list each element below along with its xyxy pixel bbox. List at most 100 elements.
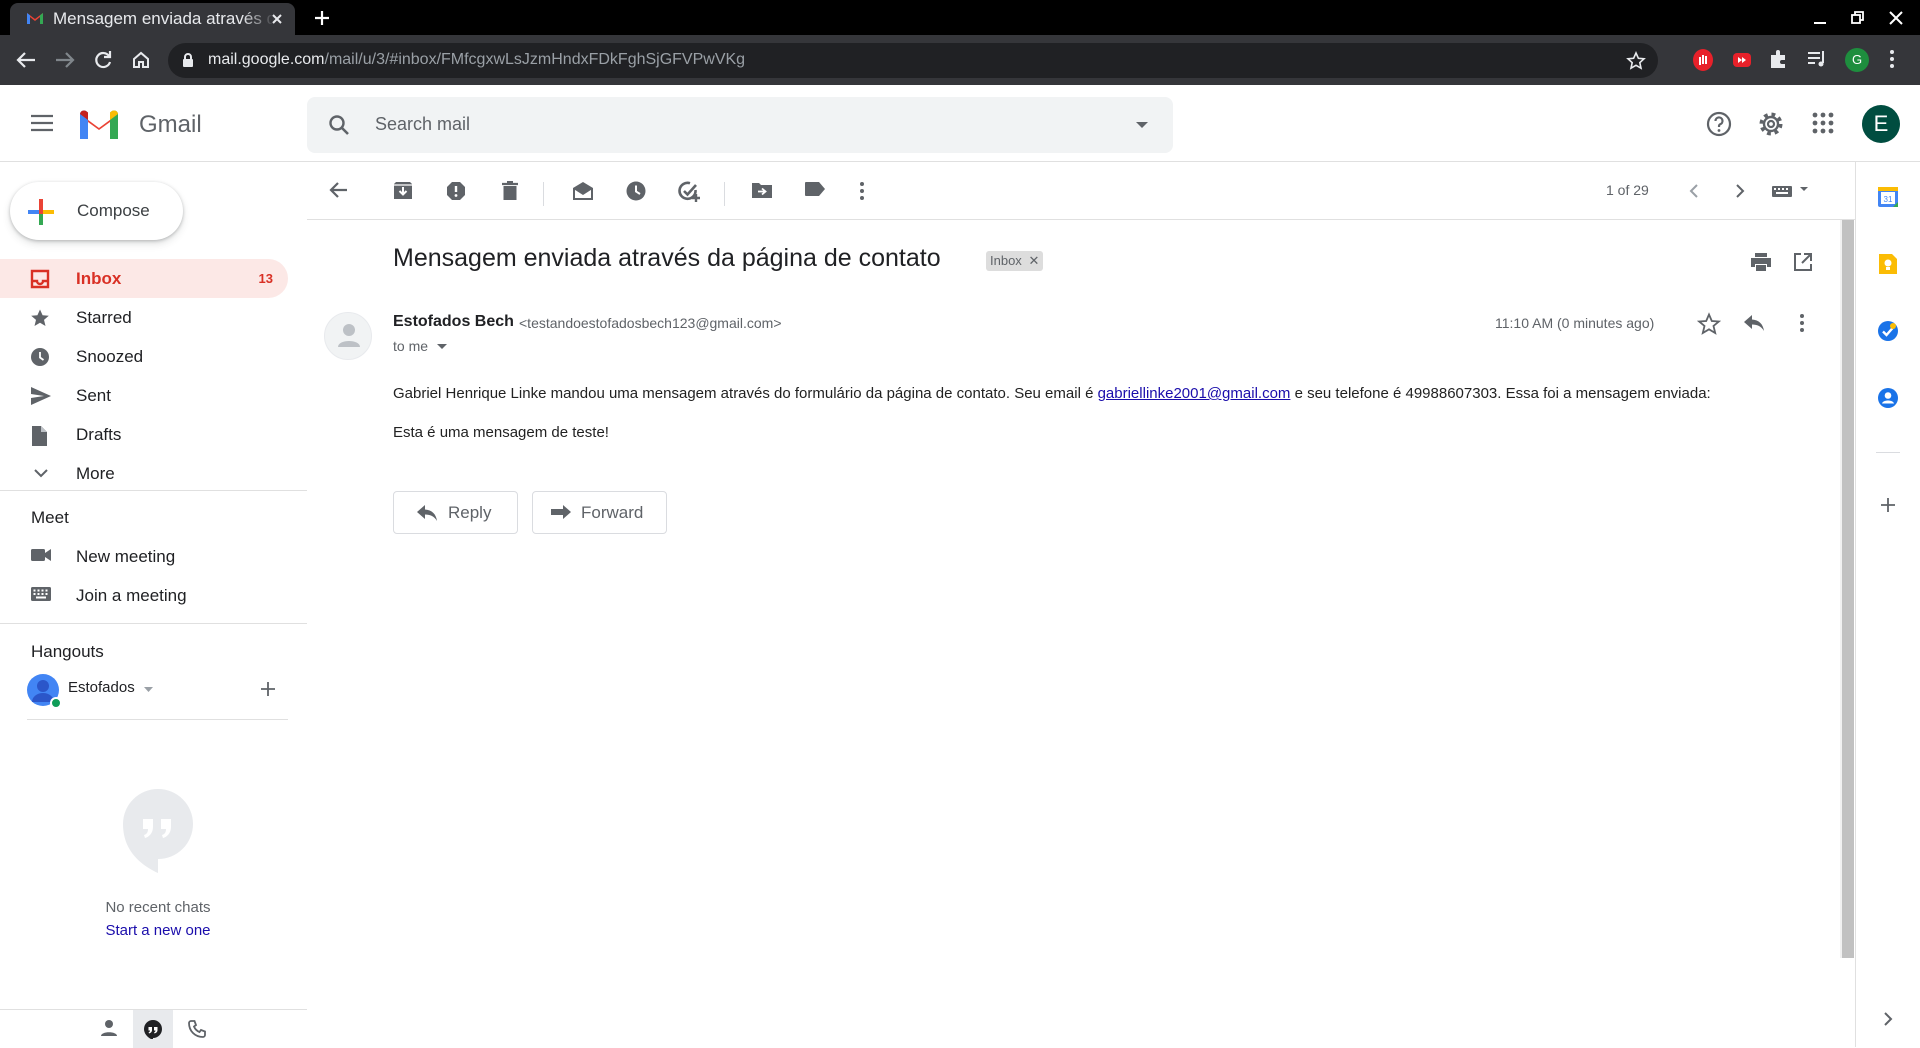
sidebar-item-inbox[interactable]: Inbox 13	[0, 259, 288, 298]
search-icon[interactable]	[327, 113, 351, 137]
reply-icon	[417, 505, 437, 521]
add-to-tasks-icon[interactable]	[678, 181, 700, 203]
sidebar-item-label: Drafts	[76, 425, 122, 444]
gmail-logo-icon[interactable]	[77, 108, 121, 142]
browser-menu-icon[interactable]	[1888, 48, 1896, 70]
message-subject: Mensagem enviada através da página de co…	[393, 244, 941, 272]
show-side-panel-chevron-icon[interactable]	[1884, 1012, 1893, 1026]
hangouts-chat-icon[interactable]	[143, 1019, 163, 1039]
forward-label: Forward	[581, 503, 644, 522]
archive-icon[interactable]	[393, 181, 413, 201]
phone-icon[interactable]	[187, 1019, 207, 1039]
snooze-clock-icon[interactable]	[626, 181, 646, 201]
reload-icon[interactable]	[93, 50, 113, 70]
back-icon[interactable]	[15, 50, 37, 70]
more-options-icon[interactable]	[859, 181, 865, 201]
sidebar-item-more[interactable]: More	[0, 454, 288, 493]
join-meeting-link[interactable]: Join a meeting	[0, 577, 288, 615]
minimize-icon[interactable]	[1812, 10, 1828, 26]
browser-profile-avatar[interactable]: G	[1845, 48, 1869, 72]
start-new-chat-link[interactable]: Start a new one	[0, 922, 316, 939]
older-chevron-right-icon[interactable]	[1736, 184, 1745, 198]
sender-name[interactable]: Estofados Bech	[393, 313, 514, 331]
meet-section-title: Meet	[31, 508, 69, 527]
clock-icon	[31, 348, 49, 366]
sidebar-item-label: Snoozed	[76, 347, 144, 366]
open-in-new-window-icon[interactable]	[1793, 252, 1813, 272]
online-status-dot	[50, 697, 62, 709]
show-details-caret-icon[interactable]	[437, 344, 447, 349]
message-timestamp: 11:10 AM (0 minutes ago)	[1495, 315, 1655, 331]
reply-arrow-icon[interactable]	[1743, 314, 1765, 332]
inbox-label-chip[interactable]: Inbox ✕	[986, 251, 1044, 271]
tasks-icon[interactable]	[1877, 320, 1899, 342]
print-icon[interactable]	[1750, 252, 1772, 272]
side-panel-divider	[1876, 452, 1900, 453]
restore-icon[interactable]	[1850, 10, 1866, 26]
help-icon[interactable]	[1706, 111, 1732, 137]
sidebar-item-label: Starred	[76, 308, 132, 327]
message-more-options-icon[interactable]	[1799, 312, 1805, 334]
new-meeting-link[interactable]: New meeting	[0, 538, 288, 576]
no-recent-chats-text: No recent chats	[105, 899, 211, 916]
sidebar-item-drafts[interactable]: Drafts	[0, 415, 288, 454]
search-options-caret-icon[interactable]	[1135, 121, 1149, 129]
new-tab-icon[interactable]	[313, 9, 331, 27]
address-bar[interactable]: mail.google.com/mail/u/3/#inbox/FMfcgxwL…	[168, 43, 1658, 78]
forward-arrow-icon	[551, 505, 571, 519]
report-spam-icon[interactable]	[446, 181, 466, 201]
sidebar-item-label: Sent	[76, 386, 111, 405]
svg-text:31: 31	[1884, 195, 1893, 204]
message-body-line: Esta é uma mensagem de teste!	[393, 424, 609, 441]
star-message-icon[interactable]	[1697, 312, 1721, 336]
get-addons-plus-icon[interactable]	[1880, 497, 1896, 513]
close-window-icon[interactable]	[1888, 10, 1904, 26]
extension-hand-icon[interactable]	[1692, 48, 1714, 72]
sidebar-item-starred[interactable]: Starred	[0, 298, 288, 337]
gmail-wordmark[interactable]: Gmail	[139, 111, 202, 139]
contacts-person-icon[interactable]	[100, 1019, 118, 1037]
search-bar[interactable]: Search mail	[307, 97, 1173, 153]
forward-button[interactable]: Forward	[532, 491, 667, 534]
search-input[interactable]: Search mail	[375, 114, 470, 135]
sidebar-item-label: More	[76, 464, 115, 483]
sender-avatar[interactable]	[324, 312, 372, 360]
apps-grid-icon[interactable]	[1811, 111, 1835, 135]
input-tools-keyboard-icon[interactable]	[1771, 183, 1811, 197]
label-tag-icon[interactable]	[804, 181, 826, 197]
settings-gear-icon[interactable]	[1758, 111, 1784, 137]
caret-down-icon[interactable]	[144, 687, 153, 692]
keep-icon[interactable]	[1877, 252, 1899, 276]
delete-trash-icon[interactable]	[501, 181, 519, 201]
extension-youtube-icon[interactable]	[1730, 48, 1754, 72]
hangouts-user[interactable]: Estofados	[27, 673, 287, 713]
bookmark-star-icon[interactable]	[1626, 51, 1646, 71]
forward-icon[interactable]	[54, 50, 76, 70]
mark-unread-icon[interactable]	[572, 181, 594, 201]
contacts-icon[interactable]	[1877, 387, 1899, 409]
sidebar-item-snoozed[interactable]: Snoozed	[0, 337, 288, 376]
back-to-inbox-icon[interactable]	[328, 181, 348, 199]
email-link[interactable]: gabriellinke2001@gmail.com	[1098, 385, 1291, 402]
add-chat-icon[interactable]	[260, 681, 276, 697]
move-to-folder-icon[interactable]	[751, 181, 773, 199]
remove-label-icon[interactable]: ✕	[1028, 253, 1039, 268]
sidebar-divider	[0, 490, 307, 491]
recipient-summary: to me	[393, 338, 429, 354]
home-icon[interactable]	[131, 50, 151, 70]
extensions-puzzle-icon[interactable]	[1768, 48, 1790, 70]
main-menu-icon[interactable]	[30, 113, 54, 133]
chevron-down-icon	[34, 469, 48, 478]
media-queue-icon[interactable]	[1806, 48, 1828, 70]
lock-icon[interactable]	[182, 53, 194, 68]
close-tab-icon[interactable]	[269, 11, 285, 27]
sidebar-item-sent[interactable]: Sent	[0, 376, 288, 415]
compose-plus-icon	[28, 199, 54, 225]
compose-button[interactable]: Compose	[10, 182, 183, 240]
calendar-icon[interactable]: 31	[1877, 186, 1899, 208]
scrollbar-thumb[interactable]	[1842, 220, 1854, 958]
account-avatar[interactable]: E	[1862, 105, 1900, 143]
reply-button[interactable]: Reply	[393, 491, 518, 534]
browser-tab[interactable]: Mensagem enviada através da página de co…	[10, 3, 295, 35]
newer-chevron-left-icon[interactable]	[1689, 184, 1698, 198]
